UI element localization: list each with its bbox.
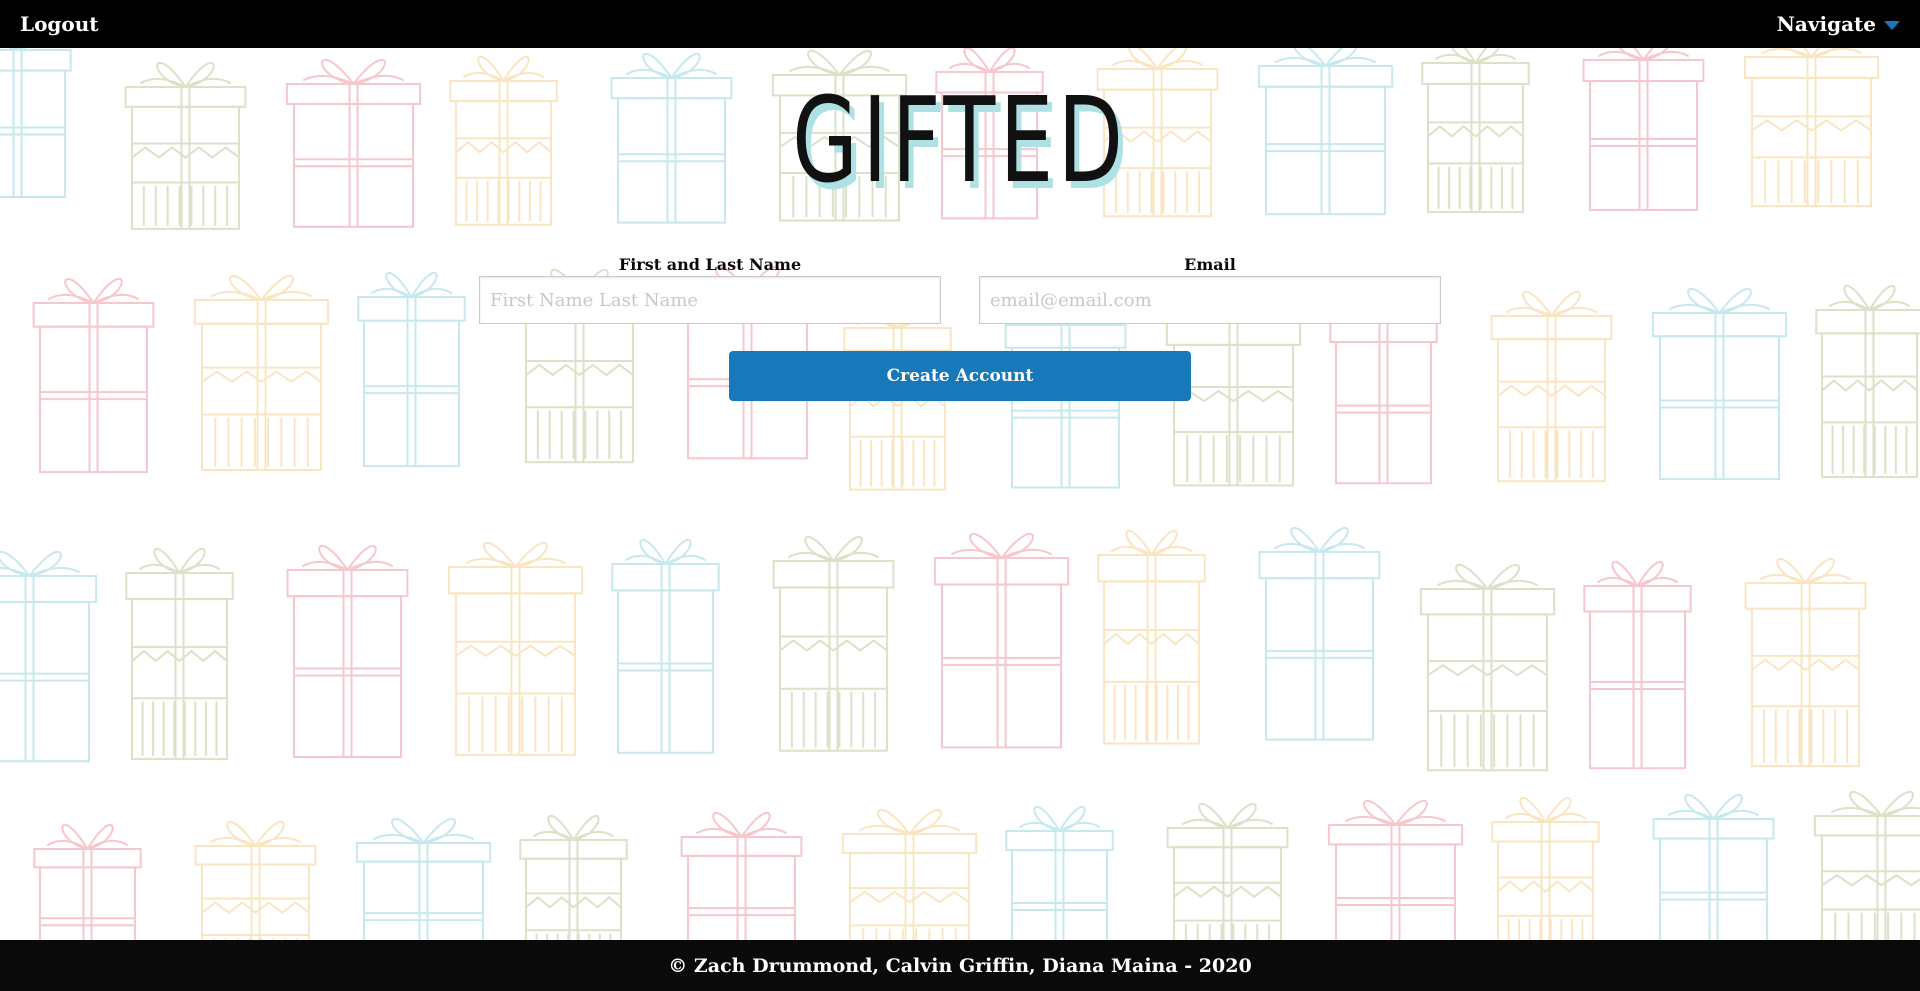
- name-field-group: First and Last Name: [479, 254, 941, 324]
- top-nav-bar: Logout Navigate: [0, 0, 1920, 48]
- logo-container: GIFTED: [0, 70, 1920, 220]
- name-label: First and Last Name: [618, 255, 802, 274]
- footer: © Zach Drummond, Calvin Griffin, Diana M…: [0, 940, 1920, 991]
- signup-page: Logout Navigate GIFTED First and Last Na…: [0, 0, 1920, 991]
- email-field-group: Email: [979, 254, 1441, 324]
- navigate-menu[interactable]: Navigate: [1777, 12, 1900, 36]
- caret-down-icon: [1884, 20, 1900, 30]
- footer-copyright: © Zach Drummond, Calvin Griffin, Diana M…: [668, 954, 1252, 977]
- name-input[interactable]: [479, 276, 941, 324]
- email-input[interactable]: [979, 276, 1441, 324]
- create-account-button[interactable]: Create Account: [729, 351, 1191, 401]
- logout-link[interactable]: Logout: [20, 12, 99, 36]
- navigate-label: Navigate: [1776, 12, 1876, 36]
- email-label: Email: [1184, 255, 1236, 274]
- gifted-logo: GIFTED: [792, 71, 1128, 209]
